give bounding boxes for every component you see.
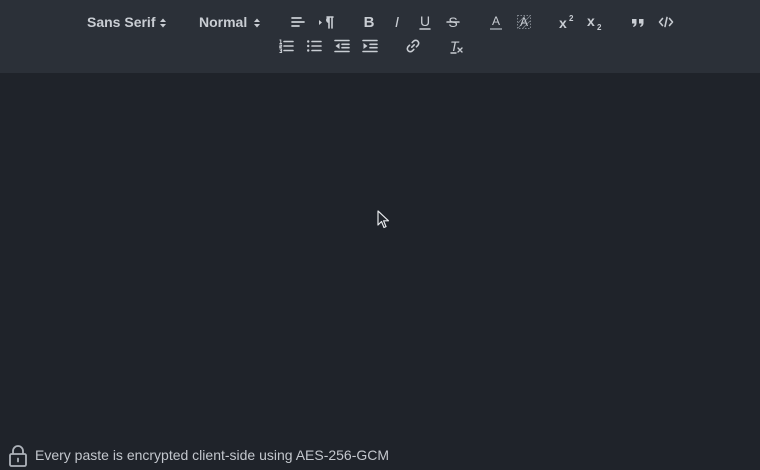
outdent-icon bbox=[334, 39, 350, 53]
outdent-button[interactable] bbox=[332, 36, 352, 56]
code-block-button[interactable] bbox=[656, 12, 676, 32]
encryption-notice: Every paste is encrypted client-side usi… bbox=[35, 447, 390, 463]
mouse-pointer-icon bbox=[377, 210, 390, 229]
size-picker[interactable]: Normal bbox=[199, 12, 261, 32]
font-picker-label: Sans Serif bbox=[87, 14, 156, 30]
superscript-button[interactable]: x 2 bbox=[557, 12, 577, 32]
picker-arrows-icon bbox=[160, 18, 167, 28]
bold-glyph: B bbox=[364, 14, 375, 31]
toolbar-row-blocks: T bbox=[0, 34, 760, 58]
align-left-icon bbox=[291, 17, 305, 27]
editor-area[interactable] bbox=[0, 73, 760, 438]
bullet-list-button[interactable] bbox=[304, 36, 324, 56]
text-color-glyph: A bbox=[492, 14, 500, 28]
background-color-button[interactable]: A bbox=[514, 12, 534, 32]
code-block-icon bbox=[658, 16, 674, 28]
link-button[interactable] bbox=[403, 36, 423, 56]
background-color-glyph: A bbox=[520, 15, 528, 29]
bullet-list-icon bbox=[307, 40, 322, 52]
font-picker[interactable]: Sans Serif bbox=[87, 12, 167, 32]
underline-button[interactable]: U bbox=[415, 12, 435, 32]
link-icon bbox=[406, 39, 420, 53]
lock-icon bbox=[9, 445, 27, 467]
italic-glyph: I bbox=[395, 14, 399, 31]
blockquote-button[interactable] bbox=[628, 12, 648, 32]
italic-button[interactable]: I bbox=[387, 12, 407, 32]
align-button[interactable] bbox=[288, 12, 308, 32]
indent-icon bbox=[362, 39, 378, 53]
text-direction-button[interactable] bbox=[316, 12, 336, 32]
indent-button[interactable] bbox=[360, 36, 380, 56]
clear-format-button[interactable]: T bbox=[446, 36, 466, 56]
superscript-base: x bbox=[559, 15, 567, 31]
bold-button[interactable]: B bbox=[359, 12, 379, 32]
text-direction-icon bbox=[319, 16, 334, 29]
toolbar-row-formatting: Sans Serif Normal B I U S A A x 2 x 2 bbox=[0, 10, 760, 34]
subscript-mark: 2 bbox=[597, 23, 602, 32]
underline-glyph: U bbox=[420, 13, 430, 29]
strike-button[interactable]: S bbox=[443, 12, 463, 32]
subscript-base: x bbox=[587, 13, 595, 29]
subscript-button[interactable]: x 2 bbox=[585, 12, 605, 32]
picker-arrows-icon bbox=[254, 18, 261, 28]
ordered-list-icon bbox=[279, 39, 294, 53]
text-color-button[interactable]: A bbox=[486, 12, 506, 32]
quote-icon bbox=[632, 19, 644, 27]
ordered-list-button[interactable] bbox=[276, 36, 296, 56]
editor-toolbar: Sans Serif Normal B I U S A A x 2 x 2 T bbox=[0, 0, 760, 73]
size-picker-label: Normal bbox=[199, 14, 248, 30]
footer: Every paste is encrypted client-side usi… bbox=[0, 440, 760, 470]
superscript-mark: 2 bbox=[569, 14, 574, 23]
